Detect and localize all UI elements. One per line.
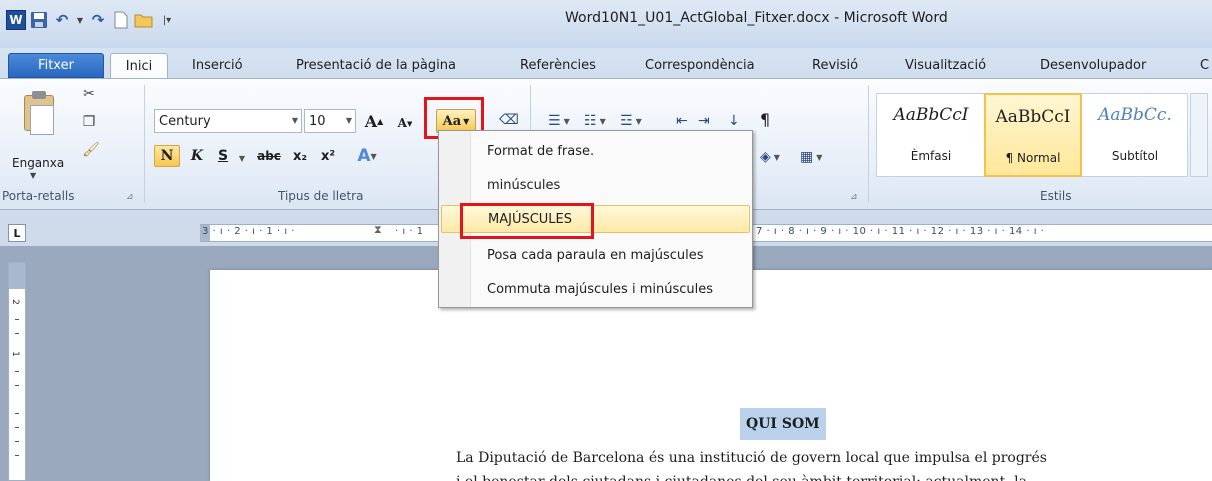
- menu-item-lowercase[interactable]: minúscules: [441, 171, 750, 199]
- paste-label: Enganxa: [12, 156, 65, 170]
- multilevel-list-icon[interactable]: ☲ ▼: [620, 111, 642, 131]
- ruler-scale-left: 3 · ı · 2 · ı · 1 · ı ·: [202, 226, 295, 237]
- tab-developer[interactable]: Desenvolupador: [1040, 53, 1146, 78]
- decrease-indent-icon[interactable]: ⇤: [676, 111, 688, 131]
- styles-group-label: Estils: [1040, 189, 1072, 203]
- style-emphasis[interactable]: AaBbCcI Èmfasi: [880, 93, 982, 177]
- chevron-down-icon: ▼: [30, 171, 37, 180]
- tab-selector[interactable]: L: [8, 224, 26, 242]
- underline-button[interactable]: S: [212, 145, 234, 167]
- clear-formatting-icon[interactable]: ⌫: [499, 111, 519, 129]
- borders-icon[interactable]: ▦ ▼: [800, 147, 822, 167]
- font-size-value: 10: [309, 113, 326, 129]
- style-subtitle[interactable]: AaBbCc. Subtítol: [1084, 93, 1186, 177]
- font-name-combo[interactable]: Century ▼: [154, 109, 302, 133]
- superscript-button[interactable]: x²: [316, 145, 340, 167]
- word-app-icon[interactable]: W: [6, 10, 26, 30]
- save-icon[interactable]: [29, 10, 49, 30]
- styles-gallery-scroll[interactable]: [1190, 93, 1208, 177]
- ruler-scale-mid: · ı · 1: [395, 226, 424, 237]
- new-document-icon[interactable]: [111, 10, 131, 30]
- quick-access-toolbar: W ↶ ▼ ↷ |▾: [6, 8, 177, 32]
- tab-view[interactable]: Visualització: [905, 53, 986, 78]
- menu-item-capitalize-each-word[interactable]: Posa cada paraula en majúscules: [441, 241, 750, 269]
- copy-icon[interactable]: ❐: [80, 113, 98, 131]
- style-normal[interactable]: AaBbCcI ¶ Normal: [984, 93, 1082, 177]
- italic-button[interactable]: K: [186, 145, 208, 167]
- cut-icon[interactable]: ✂: [80, 85, 98, 103]
- tab-home[interactable]: Inici: [110, 53, 168, 79]
- open-folder-icon[interactable]: [134, 10, 154, 30]
- paste-button[interactable]: Enganxa ▼: [8, 87, 64, 180]
- shading-icon[interactable]: ◈ ▼: [760, 147, 780, 167]
- chevron-down-icon[interactable]: ▼: [236, 147, 248, 169]
- ruler-scale-right: 7 · ı · 8 · ı · 9 · ı · 10 · ı · 11 · ı …: [756, 226, 1045, 237]
- shrink-font-button[interactable]: A ▼: [394, 112, 416, 134]
- text-effects-icon[interactable]: A ▼: [352, 145, 382, 167]
- tab-review[interactable]: Revisió: [812, 53, 858, 78]
- font-group-label: Tipus de lletra: [278, 189, 364, 203]
- document-heading: QUI SOM: [740, 408, 826, 440]
- font-name-value: Century: [159, 113, 211, 129]
- undo-icon[interactable]: ↶: [52, 10, 72, 30]
- vruler-number: 1: [9, 351, 20, 357]
- grow-font-button[interactable]: A ▲: [362, 110, 386, 132]
- numbering-icon[interactable]: ☷ ▼: [584, 111, 606, 131]
- format-painter-icon[interactable]: 🖌: [82, 141, 100, 159]
- show-formatting-icon[interactable]: ¶: [760, 109, 770, 129]
- bold-button[interactable]: N: [154, 145, 180, 167]
- document-paragraph: La Diputació de Barcelona és una institu…: [456, 446, 1206, 481]
- highlight-box-uppercase: [460, 203, 594, 239]
- bullets-icon[interactable]: ☰ ▼: [548, 111, 570, 131]
- font-size-combo[interactable]: 10 ▼: [304, 109, 356, 133]
- dialog-launcher-icon[interactable]: ⊿: [850, 192, 860, 202]
- dialog-launcher-icon[interactable]: ⊿: [126, 192, 136, 202]
- chevron-down-icon: ▼: [291, 116, 298, 125]
- redo-icon[interactable]: ↷: [88, 10, 108, 30]
- increase-indent-icon[interactable]: ⇥: [698, 111, 710, 131]
- paragraph-line: La Diputació de Barcelona és una institu…: [456, 450, 1047, 466]
- menu-item-toggle-case[interactable]: Commuta majúscules i minúscules: [441, 275, 750, 303]
- vruler-number: 2: [9, 299, 20, 305]
- tab-references[interactable]: Referències: [520, 53, 596, 78]
- clipboard-group-label: Porta-retalls: [2, 189, 75, 203]
- paragraph-line: i el benestar dels ciutadans i ciutadane…: [456, 470, 1206, 481]
- title-bar: W ↶ ▼ ↷ |▾ Word10N1_U01_ActGlobal_Fitxer…: [0, 0, 1212, 48]
- chevron-down-icon: ▼: [345, 116, 352, 125]
- tab-insert[interactable]: Inserció: [192, 53, 243, 78]
- chevron-down-icon[interactable]: ▼: [75, 10, 85, 30]
- vertical-ruler[interactable]: 2 1: [8, 262, 26, 481]
- customize-toolbar-icon[interactable]: |▾: [157, 10, 177, 30]
- ribbon-tabs: Fitxer Inici Inserció Presentació de la …: [0, 48, 1212, 79]
- tab-mailings[interactable]: Correspondència: [645, 53, 755, 78]
- tab-file[interactable]: Fitxer: [8, 53, 104, 78]
- tab-page-layout[interactable]: Presentació de la pàgina: [296, 53, 456, 78]
- tab-overflow[interactable]: C: [1200, 53, 1209, 78]
- sort-icon[interactable]: ↓: [728, 111, 740, 131]
- strikethrough-button[interactable]: abc: [254, 145, 284, 167]
- menu-item-sentence-case[interactable]: Format de frase.: [441, 137, 750, 165]
- indent-marker[interactable]: ⧗: [374, 223, 382, 237]
- subscript-button[interactable]: x₂: [288, 145, 312, 167]
- window-title: Word10N1_U01_ActGlobal_Fitxer.docx - Mic…: [565, 10, 948, 26]
